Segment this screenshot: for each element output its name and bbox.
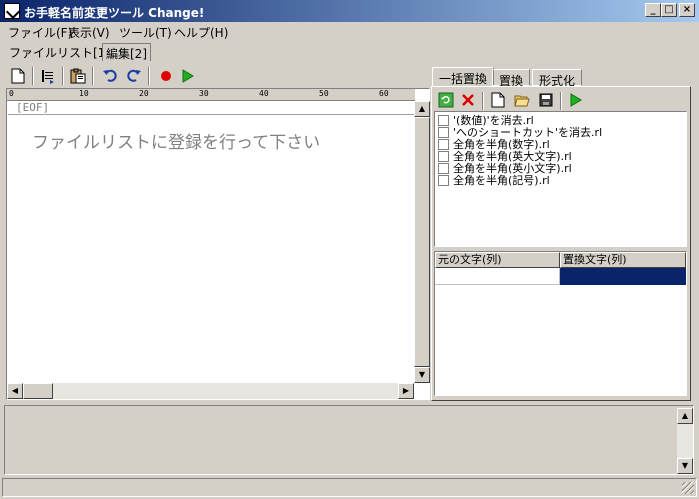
- menu-file[interactable]: ファイル(F): [8, 24, 72, 41]
- close-button[interactable]: ×: [679, 3, 695, 17]
- refresh-icon[interactable]: [436, 90, 456, 110]
- save-icon[interactable]: [536, 90, 556, 110]
- maximize-button[interactable]: □: [661, 3, 677, 17]
- scroll-up-icon[interactable]: ▲: [414, 101, 430, 117]
- undo-icon[interactable]: [100, 66, 120, 86]
- menu-tools[interactable]: ツール(T): [119, 24, 172, 41]
- paste-icon[interactable]: [68, 66, 88, 86]
- new-file-icon[interactable]: [8, 66, 28, 86]
- new-file-icon[interactable]: [488, 90, 508, 110]
- log-pane[interactable]: ▲ ▼: [4, 405, 694, 475]
- scroll-left-icon[interactable]: ◀: [7, 383, 23, 399]
- rule-label: 全角を半角(記号).rl: [453, 174, 550, 187]
- tab-batch-replace[interactable]: 一括置換: [432, 67, 495, 86]
- toolbar-separator: [92, 67, 94, 85]
- window-title: お手軽名前変更ツール Change!: [24, 6, 205, 20]
- toolbar-separator: [32, 67, 34, 85]
- ruler-label: 0: [9, 89, 14, 98]
- rule-checkbox[interactable]: [438, 150, 449, 162]
- toolbar-separator: [560, 92, 562, 110]
- rule-checkbox[interactable]: [438, 174, 449, 186]
- delete-icon[interactable]: [458, 90, 478, 110]
- column-header-replacement[interactable]: 置換文字(列): [560, 252, 686, 268]
- scroll-down-icon[interactable]: ▼: [677, 458, 693, 474]
- line-divider: [8, 114, 414, 115]
- tab-format[interactable]: 形式化: [532, 69, 583, 88]
- tab-replace[interactable]: 置換: [492, 69, 531, 88]
- title-bar: お手軽名前変更ツール Change! _ □ ×: [0, 0, 699, 22]
- insert-icon[interactable]: [38, 66, 58, 86]
- editor-placeholder: ファイルリストに登録を行って下さい: [32, 133, 321, 153]
- toolbar-separator: [482, 92, 484, 110]
- ruler-label: 10: [79, 89, 89, 98]
- toolbar-separator: [62, 67, 64, 85]
- scroll-thumb[interactable]: [414, 117, 430, 367]
- open-folder-icon[interactable]: [512, 90, 532, 110]
- play-icon[interactable]: [566, 90, 586, 110]
- menu-view[interactable]: 表示(V): [68, 24, 110, 41]
- editor-toolbar: [4, 62, 424, 88]
- menu-bar: ファイル(F) 表示(V) ツール(T) ヘルプ(H): [0, 22, 699, 41]
- rule-checkbox[interactable]: [438, 126, 449, 138]
- rule-checkbox[interactable]: [438, 162, 449, 174]
- tab-edit[interactable]: 編集[2]: [102, 43, 151, 61]
- rule-checkbox[interactable]: [438, 138, 449, 150]
- app-icon[interactable]: [4, 3, 20, 19]
- table-cell-replacement-selected[interactable]: [560, 268, 686, 285]
- ruler-label: 50: [319, 89, 329, 98]
- editor-vertical-scrollbar[interactable]: ▲ ▼: [414, 101, 430, 383]
- scroll-up-icon[interactable]: ▲: [677, 408, 693, 424]
- scroll-down-icon[interactable]: ▼: [414, 367, 430, 383]
- scroll-thumb[interactable]: [23, 383, 53, 399]
- ruler-label: 40: [259, 89, 269, 98]
- eof-marker: [EOF]: [16, 101, 50, 114]
- toolbar-separator: [148, 67, 150, 85]
- column-header-original[interactable]: 元の文字(列): [435, 252, 560, 268]
- scroll-right-icon[interactable]: ▶: [398, 383, 414, 399]
- status-bar: [2, 478, 697, 497]
- rule-list[interactable]: '(数値)'を消去.rl 'へのショートカット'を消去.rl 全角を半角(数字)…: [434, 111, 687, 247]
- ruler-label: 30: [199, 89, 209, 98]
- replacement-table: 元の文字(列) 置換文字(列): [434, 251, 687, 396]
- play-icon[interactable]: [178, 66, 198, 86]
- list-item[interactable]: 全角を半角(記号).rl: [438, 174, 550, 187]
- ruler-label: 20: [139, 89, 149, 98]
- table-cell-original[interactable]: [435, 268, 560, 285]
- tab-file-list[interactable]: ファイルリスト[1]: [6, 43, 113, 61]
- minimize-button[interactable]: _: [645, 3, 661, 17]
- rule-checkbox[interactable]: [438, 114, 449, 126]
- record-icon[interactable]: [156, 66, 176, 86]
- ruler-label: 60: [379, 89, 389, 98]
- resize-grip-icon[interactable]: [682, 482, 694, 494]
- column-ruler: 0 10 20 30 40 50 60: [7, 89, 415, 101]
- log-scroll-track[interactable]: [677, 424, 693, 458]
- editor-horizontal-scrollbar[interactable]: ◀ ▶: [7, 383, 414, 399]
- redo-icon[interactable]: [124, 66, 144, 86]
- menu-help[interactable]: ヘルプ(H): [174, 24, 228, 41]
